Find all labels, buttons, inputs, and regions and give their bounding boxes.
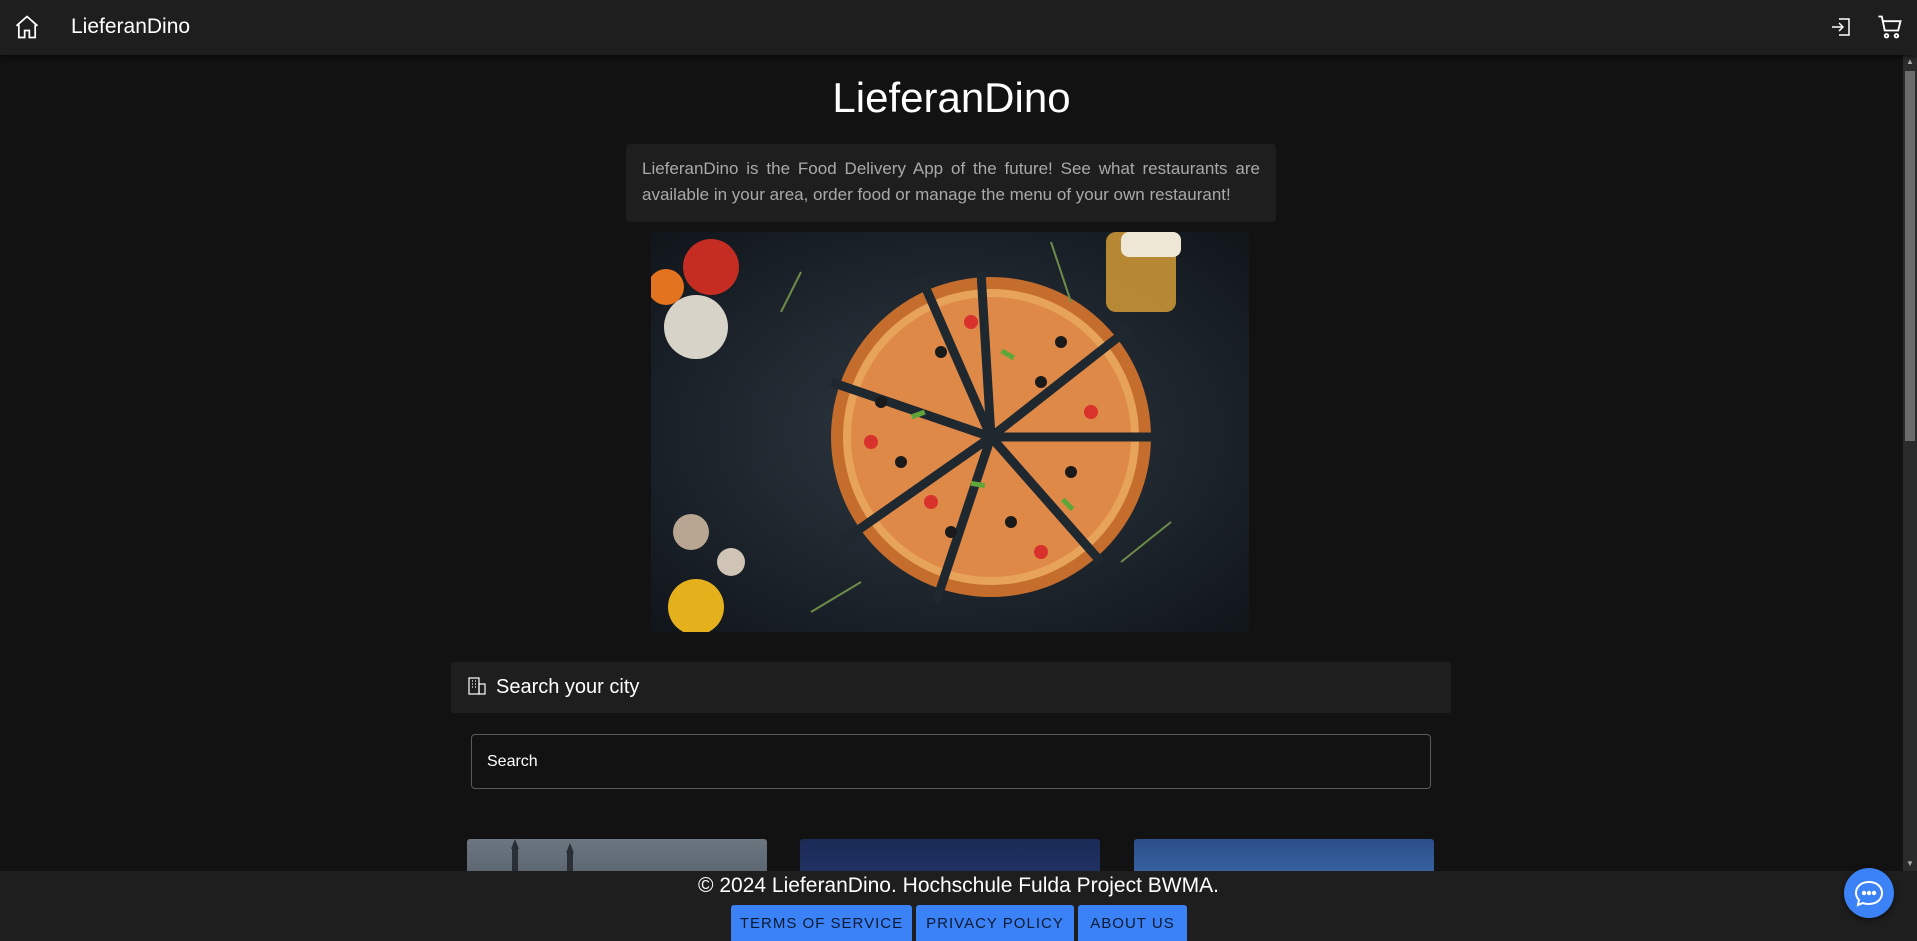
login-icon xyxy=(1832,18,1850,36)
cart-button[interactable] xyxy=(1876,13,1904,41)
scroll-down-arrow-icon[interactable]: ▼ xyxy=(1903,857,1917,871)
cart-icon xyxy=(1878,15,1902,39)
home-button[interactable] xyxy=(13,13,41,41)
pizza-illustration xyxy=(651,232,1181,632)
privacy-policy-button[interactable]: PRIVACY POLICY xyxy=(916,905,1074,941)
brand-link[interactable]: LieferanDino xyxy=(71,15,190,39)
chat-button[interactable] xyxy=(1844,868,1894,918)
scroll-thumb[interactable] xyxy=(1905,71,1915,441)
chat-icon xyxy=(1854,880,1884,907)
page-scrollbar[interactable]: ▲ ▼ xyxy=(1903,55,1917,871)
login-button[interactable] xyxy=(1829,14,1853,40)
footer: © 2024 LieferanDino. Hochschule Fulda Pr… xyxy=(0,871,1917,941)
top-app-bar: LieferanDino xyxy=(0,0,1917,55)
building-icon xyxy=(468,677,486,695)
scroll-up-arrow-icon[interactable]: ▲ xyxy=(1903,55,1917,69)
page-title: LieferanDino xyxy=(832,74,1071,121)
search-city-header: Search your city xyxy=(451,662,1451,713)
hero-pizza-image xyxy=(651,232,1249,632)
terms-of-service-button[interactable]: TERMS OF SERVICE xyxy=(731,905,912,941)
search-city-title: Search your city xyxy=(496,676,640,698)
home-icon xyxy=(15,15,39,39)
intro-description: LieferanDino is the Food Delivery App of… xyxy=(626,144,1276,222)
copyright-text: © 2024 LieferanDino. Hochschule Fulda Pr… xyxy=(698,874,1219,897)
about-us-button[interactable]: ABOUT US xyxy=(1078,905,1187,941)
city-search-input[interactable] xyxy=(471,734,1431,789)
